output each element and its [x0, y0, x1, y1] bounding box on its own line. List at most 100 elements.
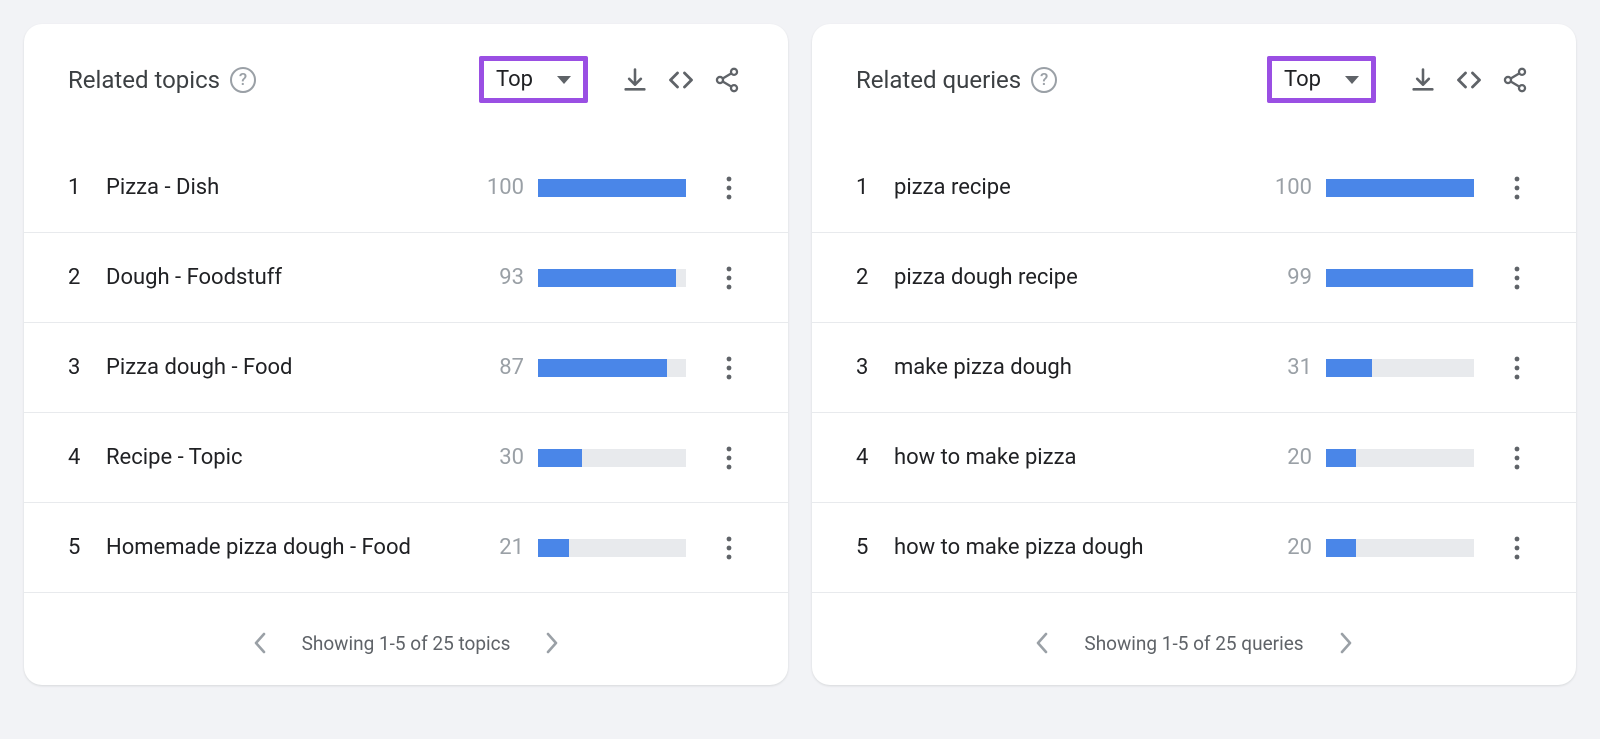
row-rank: 2 — [856, 265, 894, 290]
list-item[interactable]: 2pizza dough recipe99 — [812, 233, 1576, 323]
pager: Showing 1-5 of 25 queries — [812, 629, 1576, 657]
share-icon[interactable] — [1498, 63, 1532, 97]
value-bar-fill — [1326, 269, 1473, 287]
list-item[interactable]: 1Pizza - Dish100 — [24, 143, 788, 233]
prev-page-button[interactable] — [1028, 629, 1056, 657]
row-rank: 1 — [68, 175, 106, 200]
list-item[interactable]: 2Dough - Foodstuff93 — [24, 233, 788, 323]
next-page-button[interactable] — [1332, 629, 1360, 657]
row-rank: 2 — [68, 265, 106, 290]
list-item[interactable]: 4how to make pizza20 — [812, 413, 1576, 503]
row-rank: 5 — [68, 535, 106, 560]
pager: Showing 1-5 of 25 topics — [24, 629, 788, 657]
value-bar-fill — [1326, 449, 1356, 467]
row-value: 21 — [468, 535, 524, 560]
download-icon[interactable] — [1406, 63, 1440, 97]
value-bar-fill — [538, 269, 676, 287]
more-icon[interactable] — [714, 173, 744, 203]
embed-icon[interactable] — [664, 63, 698, 97]
chevron-down-icon — [557, 76, 571, 84]
chevron-down-icon — [1345, 76, 1359, 84]
value-bar — [538, 179, 686, 197]
value-bar — [1326, 449, 1474, 467]
card-title: Related queries — [856, 66, 1021, 94]
more-icon[interactable] — [1502, 173, 1532, 203]
value-bar-fill — [538, 179, 686, 197]
embed-icon[interactable] — [1452, 63, 1486, 97]
pager-text: Showing 1-5 of 25 queries — [1084, 632, 1303, 655]
list-item[interactable]: 5how to make pizza dough20 — [812, 503, 1576, 593]
row-value: 20 — [1256, 535, 1312, 560]
row-value: 99 — [1256, 265, 1312, 290]
row-label: Pizza dough - Food — [106, 355, 468, 380]
value-bar-fill — [1326, 179, 1474, 197]
row-label: pizza dough recipe — [894, 265, 1256, 290]
row-value: 100 — [468, 175, 524, 200]
result-list: 1pizza recipe1002pizza dough recipe993ma… — [812, 143, 1576, 593]
sort-select-label: Top — [496, 67, 533, 92]
more-icon[interactable] — [1502, 263, 1532, 293]
row-value: 31 — [1256, 355, 1312, 380]
row-label: Recipe - Topic — [106, 445, 468, 470]
row-rank: 5 — [856, 535, 894, 560]
row-value: 87 — [468, 355, 524, 380]
value-bar-fill — [538, 359, 667, 377]
list-item[interactable]: 3make pizza dough31 — [812, 323, 1576, 413]
row-label: how to make pizza dough — [894, 535, 1256, 560]
result-list: 1Pizza - Dish1002Dough - Foodstuff933Piz… — [24, 143, 788, 593]
related-topics-card: Related topics?Top1Pizza - Dish1002Dough… — [24, 24, 788, 685]
value-bar-fill — [1326, 539, 1356, 557]
row-value: 30 — [468, 445, 524, 470]
help-icon[interactable]: ? — [1031, 67, 1057, 93]
row-rank: 3 — [856, 355, 894, 380]
more-icon[interactable] — [1502, 443, 1532, 473]
row-rank: 3 — [68, 355, 106, 380]
value-bar — [538, 539, 686, 557]
row-label: how to make pizza — [894, 445, 1256, 470]
row-label: Homemade pizza dough - Food — [106, 535, 468, 560]
card-header: Related topics? Top — [24, 44, 788, 143]
row-label: pizza recipe — [894, 175, 1256, 200]
row-rank: 1 — [856, 175, 894, 200]
more-icon[interactable] — [714, 533, 744, 563]
list-item[interactable]: 3Pizza dough - Food87 — [24, 323, 788, 413]
row-label: make pizza dough — [894, 355, 1256, 380]
card-title: Related topics — [68, 66, 220, 94]
row-rank: 4 — [856, 445, 894, 470]
row-label: Pizza - Dish — [106, 175, 468, 200]
value-bar — [1326, 269, 1474, 287]
value-bar — [1326, 539, 1474, 557]
value-bar — [538, 449, 686, 467]
list-item[interactable]: 1pizza recipe100 — [812, 143, 1576, 233]
next-page-button[interactable] — [538, 629, 566, 657]
pager-text: Showing 1-5 of 25 topics — [302, 632, 511, 655]
value-bar — [1326, 359, 1474, 377]
row-label: Dough - Foodstuff — [106, 265, 468, 290]
help-icon[interactable]: ? — [230, 67, 256, 93]
more-icon[interactable] — [1502, 353, 1532, 383]
value-bar — [538, 269, 686, 287]
sort-select[interactable]: Top — [1267, 56, 1376, 103]
related-queries-card: Related queries?Top1pizza recipe1002pizz… — [812, 24, 1576, 685]
value-bar — [1326, 179, 1474, 197]
more-icon[interactable] — [1502, 533, 1532, 563]
more-icon[interactable] — [714, 263, 744, 293]
row-value: 20 — [1256, 445, 1312, 470]
list-item[interactable]: 4Recipe - Topic30 — [24, 413, 788, 503]
sort-select[interactable]: Top — [479, 56, 588, 103]
more-icon[interactable] — [714, 443, 744, 473]
card-header: Related queries? Top — [812, 44, 1576, 143]
row-rank: 4 — [68, 445, 106, 470]
sort-select-label: Top — [1284, 67, 1321, 92]
prev-page-button[interactable] — [246, 629, 274, 657]
row-value: 100 — [1256, 175, 1312, 200]
list-item[interactable]: 5Homemade pizza dough - Food21 — [24, 503, 788, 593]
download-icon[interactable] — [618, 63, 652, 97]
value-bar-fill — [538, 539, 569, 557]
share-icon[interactable] — [710, 63, 744, 97]
value-bar-fill — [1326, 359, 1372, 377]
row-value: 93 — [468, 265, 524, 290]
more-icon[interactable] — [714, 353, 744, 383]
value-bar — [538, 359, 686, 377]
value-bar-fill — [538, 449, 582, 467]
